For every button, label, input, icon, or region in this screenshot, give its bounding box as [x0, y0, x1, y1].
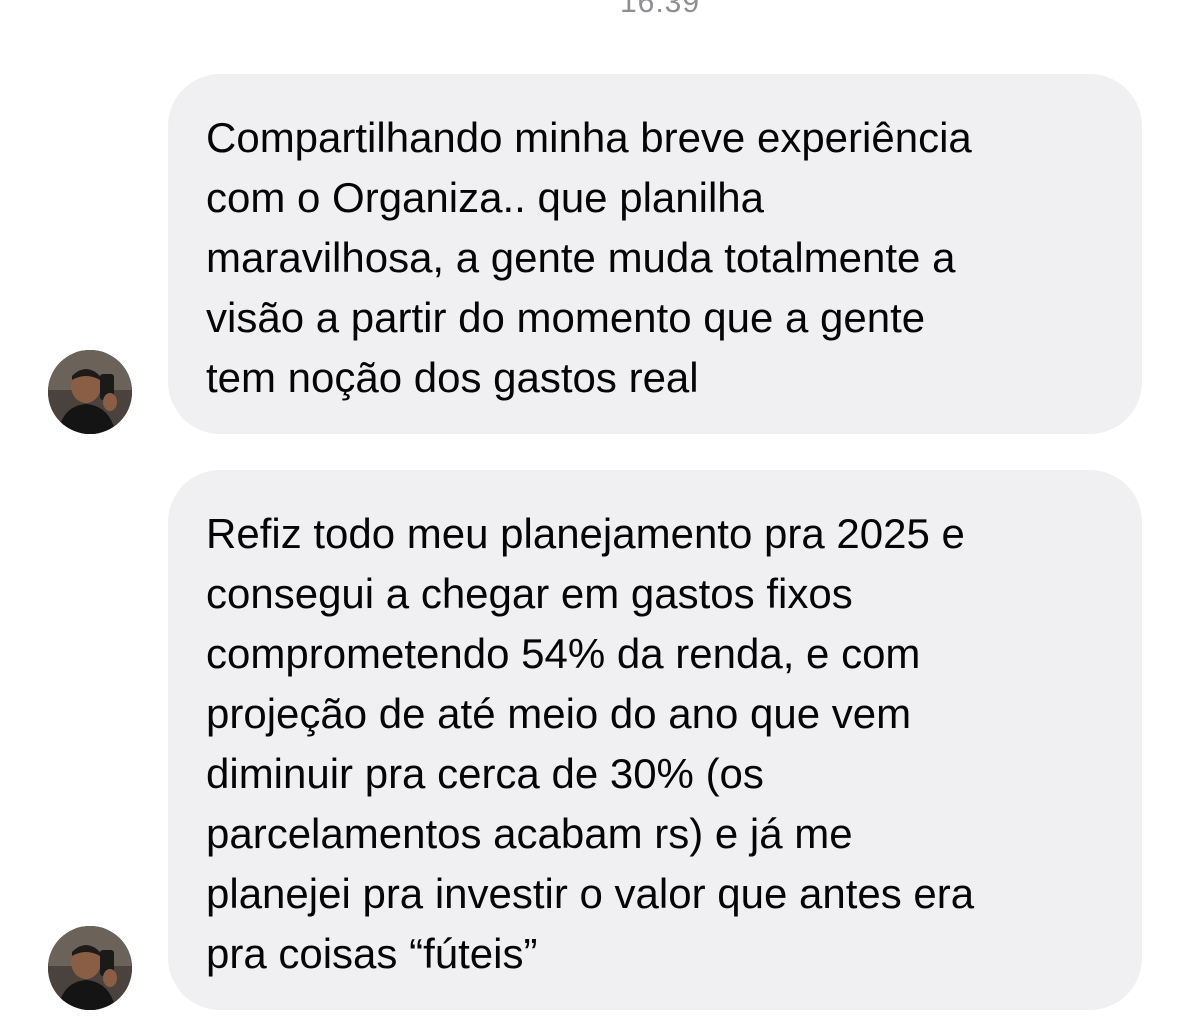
message-bubble[interactable]: Refiz todo meu planejamento pra 2025 e c… — [168, 470, 1142, 1010]
avatar[interactable] — [48, 350, 132, 434]
message-bubble[interactable]: Compartilhando minha breve experiência c… — [168, 74, 1142, 434]
message-text: Compartilhando minha breve experiência c… — [206, 114, 972, 401]
profile-photo-icon — [48, 350, 132, 434]
message-text: Refiz todo meu planejamento pra 2025 e c… — [206, 510, 975, 977]
message-timestamp: 16:39 — [619, 0, 701, 19]
profile-photo-icon — [48, 926, 132, 1010]
avatar[interactable] — [48, 926, 132, 1010]
